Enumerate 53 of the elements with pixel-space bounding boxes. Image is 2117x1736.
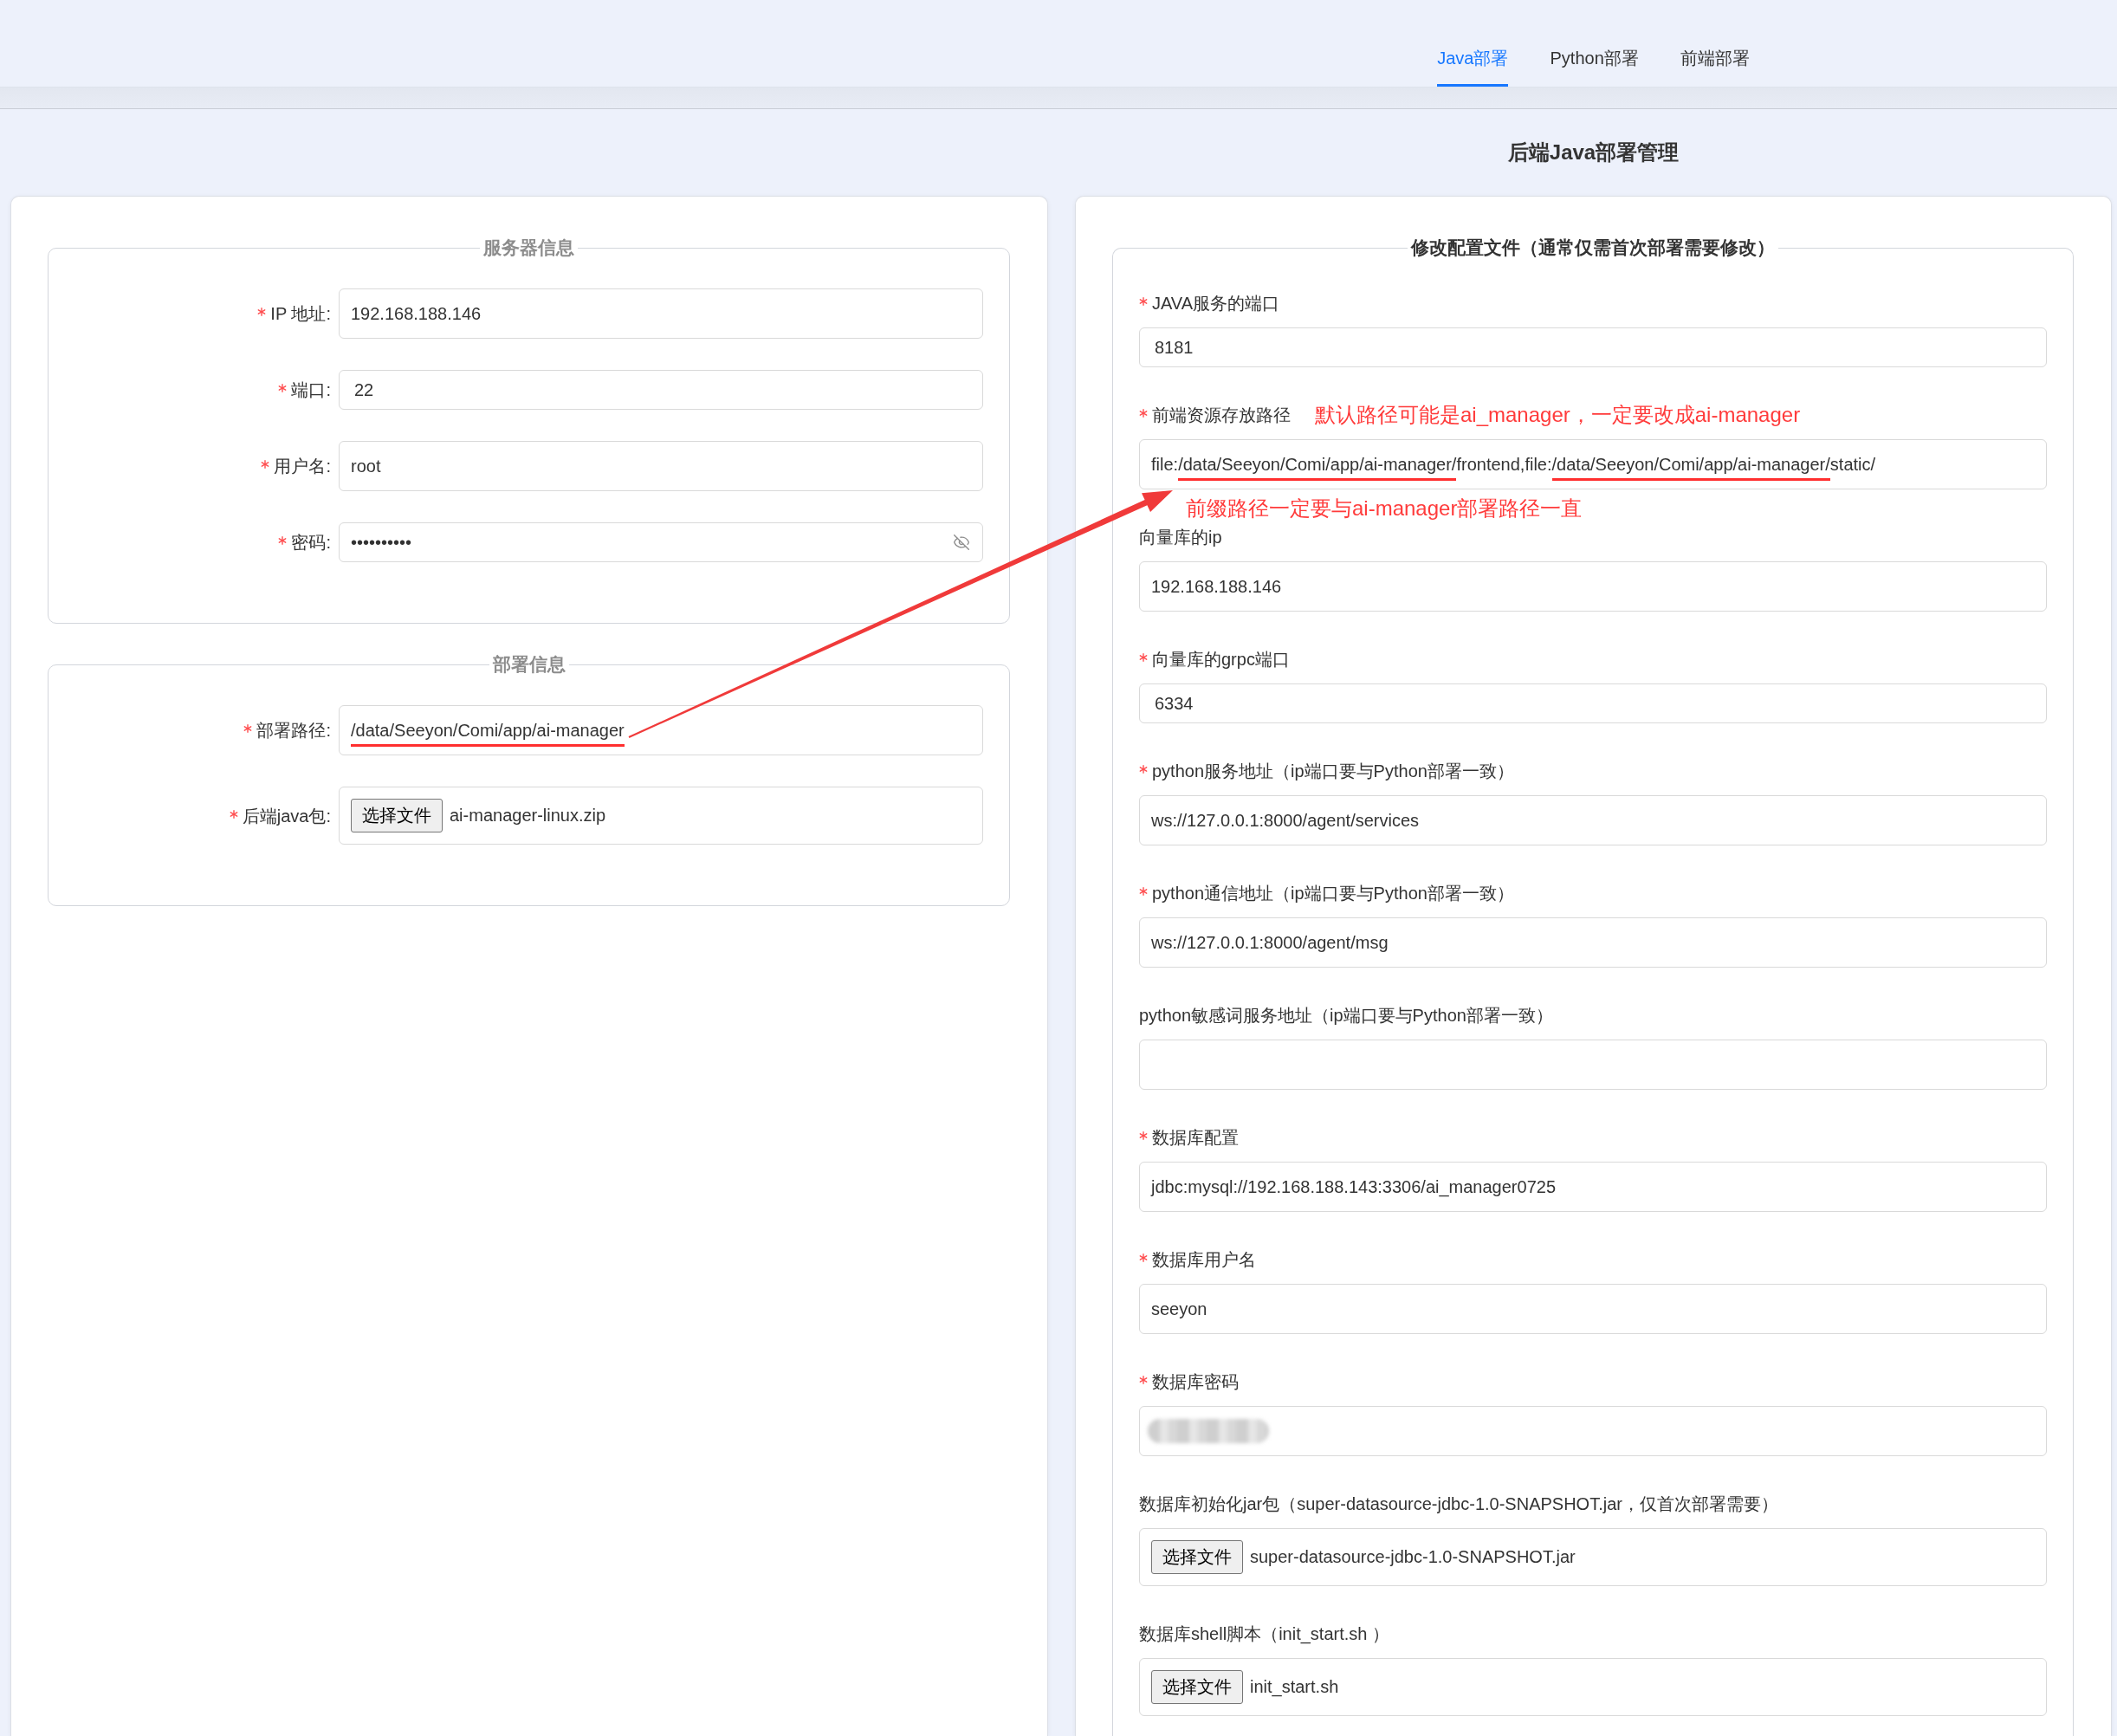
field-label: JAVA服务的端口	[1152, 293, 1280, 314]
file-name: ai-manager-linux.zip	[450, 806, 606, 826]
annotation-note: 默认路径可能是ai_manager，一定要改成ai-manager	[1315, 403, 1801, 427]
field-label: 端口:	[291, 379, 331, 401]
tab[interactable]: 前端部署	[1680, 33, 1750, 87]
field-label: 数据库用户名	[1152, 1249, 1256, 1271]
choose-file-button[interactable]: 选择文件	[1151, 1540, 1243, 1574]
number-input[interactable]: 6334	[1139, 683, 2047, 723]
text-input[interactable]: root	[339, 441, 983, 491]
text-input[interactable]: ws://127.0.0.1:8000/agent/msg	[1139, 917, 2047, 968]
field-label: 数据库配置	[1152, 1127, 1239, 1149]
text-input[interactable]: /data/Seeyon/Comi/app/ai-manager	[339, 705, 983, 755]
eye-slash-icon[interactable]	[953, 534, 970, 551]
field-label: 后端java包:	[242, 805, 331, 827]
tab[interactable]: Python部署	[1550, 33, 1639, 87]
choose-file-button[interactable]: 选择文件	[351, 799, 443, 832]
number-input[interactable]: 8181	[1139, 327, 2047, 367]
annotation-note: 前缀路径一定要与ai-manager部署路径一直	[1186, 496, 1583, 521]
password-input[interactable]: ••••••••••	[339, 522, 983, 562]
field-label: 数据库初始化jar包（super-datasource-jdbc-1.0-SNAPSHOT.jar，仅首次部署需要）	[1139, 1493, 1778, 1515]
file-name: super-datasource-jdbc-1.0-SNAPSHOT.jar	[1250, 1547, 1576, 1567]
text-input[interactable]: file:/data/Seeyon/Comi/app/ai-manager/frontend,file:/data/Seeyon/Comi/app/ai-manager/static/	[1139, 439, 2047, 489]
field-label: 部署路径:	[256, 720, 331, 742]
tab[interactable]: Java部署	[1437, 33, 1509, 87]
text-input[interactable]	[1139, 1406, 2047, 1456]
field-label: 前端资源存放路径	[1152, 405, 1291, 426]
field-label: 向量库的ip	[1139, 527, 1222, 548]
text-input[interactable]: 192.168.188.146	[1139, 561, 2047, 612]
field-label: 数据库密码	[1152, 1371, 1239, 1393]
field-label: python敏感词服务地址（ip端口要与Python部署一致）	[1139, 1005, 1553, 1027]
field-label: python服务地址（ip端口要与Python部署一致）	[1152, 761, 1514, 782]
section-title: 部署信息	[491, 653, 566, 676]
page-title: 后端Java部署管理	[1507, 139, 1680, 165]
file-name: init_start.sh	[1250, 1677, 1339, 1697]
field-label: 向量库的grpc端口	[1152, 649, 1290, 670]
text-input[interactable]: 192.168.188.146	[339, 288, 983, 339]
text-input[interactable]: ws://127.0.0.1:8000/agent/services	[1139, 795, 2047, 845]
field-label: python通信地址（ip端口要与Python部署一致）	[1152, 883, 1514, 904]
file-input[interactable]: 选择文件 init_start.sh	[1139, 1658, 2047, 1716]
number-input[interactable]: 22	[339, 370, 983, 410]
field-label: 用户名:	[274, 456, 331, 477]
file-input[interactable]: 选择文件 ai-manager-linux.zip	[339, 787, 983, 845]
text-input[interactable]: seeyon	[1139, 1284, 2047, 1334]
field-label: IP 地址:	[270, 303, 331, 325]
field-label: 密码:	[291, 532, 331, 554]
text-input[interactable]	[1139, 1040, 2047, 1090]
field-label: 数据库shell脚本（init_start.sh ）	[1139, 1623, 1389, 1646]
blurred-redaction-icon	[1148, 1419, 1269, 1443]
section-title: 服务器信息	[482, 236, 575, 259]
text-input[interactable]: jdbc:mysql://192.168.188.143:3306/ai_manager0725	[1139, 1162, 2047, 1212]
choose-file-button[interactable]: 选择文件	[1151, 1670, 1243, 1704]
file-input[interactable]: 选择文件 super-datasource-jdbc-1.0-SNAPSHOT.jar	[1139, 1528, 2047, 1586]
section-title: 修改配置文件（通常仅需首次部署需要修改）	[1409, 236, 1776, 259]
